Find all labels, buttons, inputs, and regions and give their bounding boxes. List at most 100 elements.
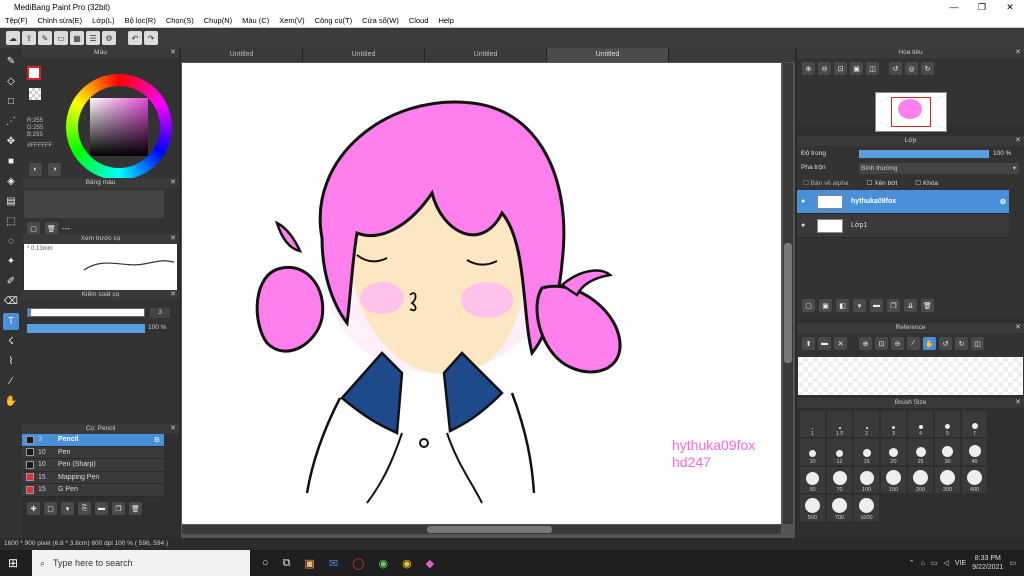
brush-item[interactable]: 3 Pencil ⚙ [22, 434, 164, 447]
saturation-square[interactable] [90, 98, 148, 156]
new-brush-icon[interactable]: ▢ [44, 502, 57, 515]
tray-chevron-icon[interactable]: ⌃ [909, 559, 915, 567]
brush-item[interactable]: 15 Mapping Pen [22, 471, 164, 484]
selerase-tool-icon[interactable]: ⌫ [3, 293, 19, 310]
menu-select[interactable]: Chọn(S) [161, 16, 199, 25]
size-cell[interactable]: 12 [827, 439, 852, 465]
menu-layer[interactable]: Lớp(L) [87, 16, 119, 25]
dot-tool-icon[interactable]: ⋰ [3, 113, 19, 130]
hand-tool-icon[interactable]: ✋ [3, 393, 19, 410]
wand-tool-icon[interactable]: ✦ [3, 253, 19, 270]
layer-row[interactable]: ● hythuka09fox ⚙ [797, 190, 1009, 214]
panel-close-icon[interactable]: ✕ [1015, 136, 1021, 146]
menu-tools[interactable]: Công cụ(T) [310, 16, 358, 25]
menu-cloud[interactable]: Cloud [404, 16, 434, 25]
menu-edit[interactable]: Chỉnh sửa(E) [33, 16, 88, 25]
move-tool-icon[interactable]: ✥ [3, 133, 19, 150]
size-cell[interactable]: 300 [935, 467, 960, 493]
reset-rotate-icon[interactable]: ◎ [905, 62, 918, 75]
size-cell[interactable]: 700 [827, 495, 852, 521]
menu-file[interactable]: Tệp(F) [0, 16, 33, 25]
clock[interactable]: 8:33 PM 9/22/2021 [972, 554, 1003, 572]
text-tool-icon[interactable]: T [3, 313, 19, 330]
dropper-tool-icon[interactable]: ⌇ [3, 353, 19, 370]
layer-duplicate-icon[interactable]: ❐ [887, 299, 900, 312]
size-cell[interactable]: 1.5 [827, 411, 852, 437]
tab-untitled-2[interactable]: Untitled [303, 48, 425, 62]
fill-rect-tool-icon[interactable]: ■ [3, 153, 19, 170]
menu-capture[interactable]: Chụp(N) [199, 16, 237, 25]
size-cell[interactable]: 5 [935, 411, 960, 437]
ref-add-icon[interactable]: ⬆ [802, 337, 815, 350]
ref-rotate-left-icon[interactable]: ↺ [939, 337, 952, 350]
select-tool-icon[interactable]: ⬚ [3, 213, 19, 230]
folder-icon[interactable]: ▬ [95, 502, 108, 515]
size-cell[interactable]: 70 [827, 467, 852, 493]
panel-close-icon[interactable]: ✕ [1015, 323, 1021, 333]
brush-item[interactable]: 10 Pen [22, 446, 164, 459]
upload-icon[interactable]: ⇪ [22, 31, 36, 45]
size-cell[interactable]: 25 [908, 439, 933, 465]
size-cell[interactable]: 15 [854, 439, 879, 465]
size-cell[interactable]: 30 [935, 439, 960, 465]
panel-close-icon[interactable]: ✕ [170, 48, 176, 58]
zoom-in-icon[interactable]: ⊕ [802, 62, 815, 75]
ref-zoom-in-icon[interactable]: ⊕ [859, 337, 872, 350]
tab-untitled-3[interactable]: Untitled [425, 48, 547, 62]
drawing-canvas[interactable]: hythuka09fox hd247 [182, 63, 781, 524]
rotate-left-icon[interactable]: ↺ [889, 62, 902, 75]
size-cell[interactable]: 50 [800, 467, 825, 493]
layer-menu-icon[interactable]: ▾ [853, 299, 866, 312]
delete-brush-icon[interactable]: 🗑 [129, 502, 142, 515]
palette-area[interactable] [24, 190, 164, 218]
duplicate-icon[interactable]: ❐ [112, 502, 125, 515]
medibang-icon[interactable]: ◆ [426, 557, 434, 570]
brush-tool-icon[interactable]: ✎ [3, 53, 19, 70]
lasso-tool-icon[interactable]: ◌ [3, 233, 19, 250]
minimize-button[interactable]: — [940, 2, 968, 13]
language-indicator[interactable]: VIE [955, 560, 966, 567]
panel-close-icon[interactable]: ✕ [170, 178, 176, 188]
comment-icon[interactable]: ✎ [38, 31, 52, 45]
notification-icon[interactable]: ▭ [1009, 559, 1016, 567]
list-icon[interactable]: ☰ [86, 31, 100, 45]
zoom-out-icon[interactable]: ⊖ [818, 62, 831, 75]
close-button[interactable]: ✕ [996, 2, 1024, 13]
actual-size-icon[interactable]: ▣ [850, 62, 863, 75]
size-cell[interactable]: 7 [962, 411, 987, 437]
new-8bit-layer-icon[interactable]: ◧ [836, 299, 849, 312]
delete-layer-icon[interactable]: 🗑 [921, 299, 934, 312]
brush-item[interactable]: 15 G Pen [22, 484, 164, 497]
size-cell[interactable]: 150 [881, 467, 906, 493]
panel-close-icon[interactable]: ✕ [170, 234, 176, 244]
tab-untitled-4[interactable]: Untitled [547, 48, 669, 62]
maximize-button[interactable]: ❐ [968, 2, 996, 13]
blend-select[interactable]: Bình thường ▾ [859, 163, 1019, 174]
battery-icon[interactable]: ▭ [931, 559, 938, 567]
panel-close-icon[interactable]: ✕ [170, 290, 176, 300]
layer-settings-icon[interactable]: ⚙ [1000, 198, 1009, 206]
eye-icon[interactable]: ● [801, 222, 805, 229]
size-value[interactable]: 3 [150, 308, 170, 318]
eyedropper-icon[interactable]: ⁄ [3, 373, 19, 390]
cloud-icon[interactable]: ☁ [6, 31, 20, 45]
cortana-icon[interactable]: ○ [262, 557, 269, 570]
bucket-tool-icon[interactable]: ◈ [3, 173, 19, 190]
size-cell[interactable]: 4 [908, 411, 933, 437]
flip-icon[interactable]: ◫ [866, 62, 879, 75]
network-icon[interactable]: ⌂ [921, 560, 925, 567]
eye-icon[interactable]: ● [801, 198, 805, 205]
ref-dropper-icon[interactable]: ⁄ [907, 337, 920, 350]
selpen-tool-icon[interactable]: ✐ [3, 273, 19, 290]
horizontal-scrollbar[interactable] [182, 525, 781, 534]
size-cell[interactable]: 100 [854, 467, 879, 493]
fit-icon[interactable]: ⊡ [834, 62, 847, 75]
size-cell[interactable]: 2 [854, 411, 879, 437]
copy-brush-icon[interactable]: ⎘ [78, 502, 91, 515]
palette-mode-icon[interactable]: ◑ [48, 163, 61, 176]
menu-filter[interactable]: Bộ lọc(R) [120, 16, 161, 25]
size-cell[interactable]: 1000 [854, 495, 879, 521]
ref-close-icon[interactable]: ✕ [834, 337, 847, 350]
task-view-icon[interactable]: ⧉ [283, 557, 291, 570]
menu-help[interactable]: Help [433, 16, 458, 25]
